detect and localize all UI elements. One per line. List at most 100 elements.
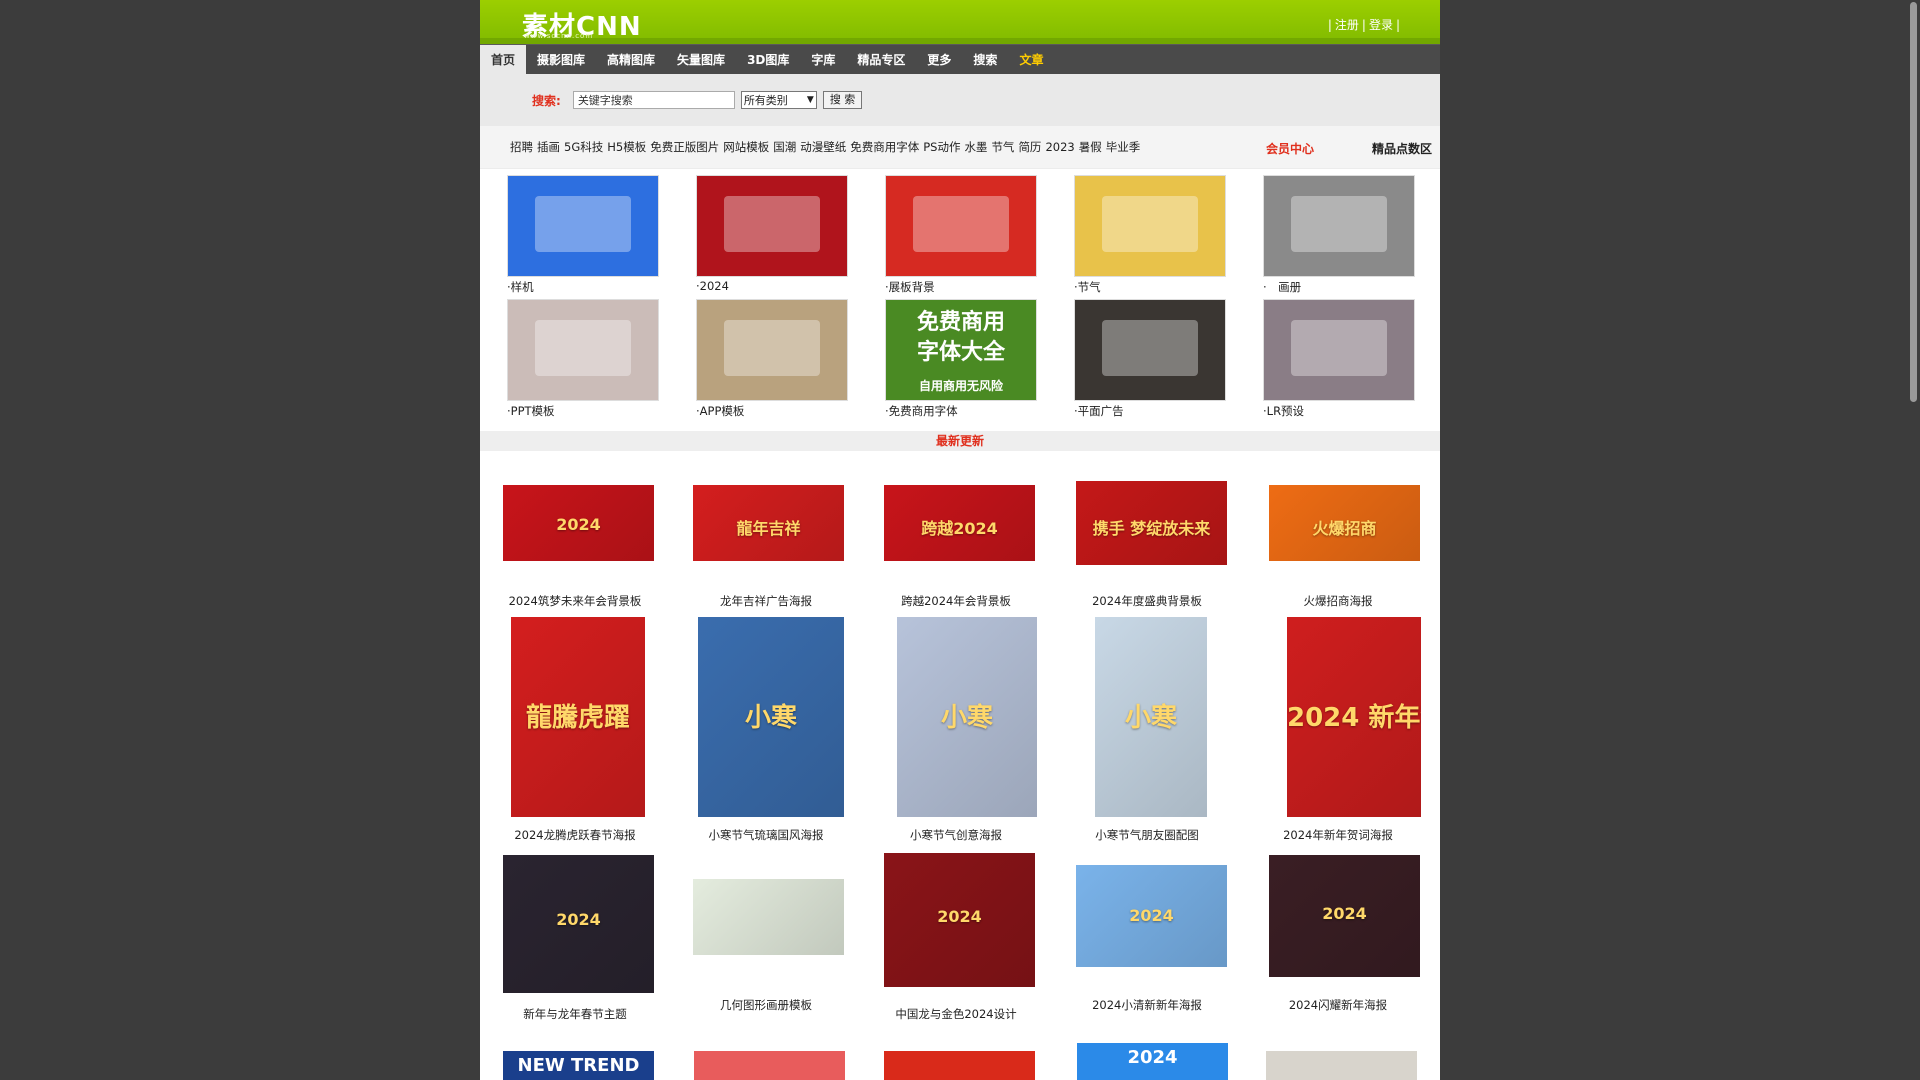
- nav-item[interactable]: 更多: [916, 45, 962, 75]
- hot-keyword-link[interactable]: 毕业季: [1106, 140, 1141, 154]
- main-nav: 首页 摄影图库 高精图库 矢量图库 3D图库 字库 精品专区 更多 搜索 文章: [480, 44, 1440, 75]
- item-caption: 中国龙与金色2024设计: [895, 1007, 1017, 1021]
- scrollbar[interactable]: [1906, 0, 1920, 1080]
- category-tile[interactable]: ·样机: [507, 175, 659, 295]
- nav-item[interactable]: 摄影图库: [526, 45, 596, 75]
- category-label: ·展板背景: [885, 280, 935, 294]
- thumbnail-artwork: [535, 320, 631, 376]
- boutique-zone-link[interactable]: 精品点数区: [1372, 140, 1432, 157]
- latest-item[interactable]: 2024 2024小清新新年海报: [1052, 451, 1242, 1051]
- item-thumb-text: 2024: [556, 910, 601, 930]
- hot-keyword-link[interactable]: 网站模板: [723, 140, 769, 154]
- category-label: ·样机: [507, 280, 534, 294]
- login-link[interactable]: 登录: [1369, 18, 1393, 32]
- thumbnail-artwork: [1102, 196, 1198, 252]
- latest-item-thumbnail-partial[interactable]: [1266, 1051, 1417, 1080]
- hot-keyword-link[interactable]: 国潮: [773, 140, 796, 154]
- hot-keyword-link[interactable]: 节气: [991, 140, 1014, 154]
- item-thumb-text: NEW TREND: [517, 1055, 640, 1076]
- nav-item[interactable]: 搜索: [962, 45, 1008, 75]
- latest-grid: 2024 2024筑梦未来年会背景板 龍年吉祥 龙年吉祥广告海报 跨越2024 跨越202…: [480, 451, 1440, 1080]
- hot-keyword-link[interactable]: 暑假: [1079, 140, 1102, 154]
- category-thumbnail: [507, 175, 659, 277]
- member-center-link[interactable]: 会员中心: [1266, 140, 1314, 157]
- item-caption: 2024闪耀新年海报: [1288, 998, 1388, 1012]
- item-caption: 2024小清新新年海报: [1092, 998, 1202, 1012]
- nav-item[interactable]: 精品专区: [846, 45, 916, 75]
- hot-keyword-link[interactable]: 免费正版图片: [650, 140, 719, 154]
- latest-item[interactable]: 2024 2024闪耀新年海报: [1243, 451, 1433, 1051]
- thumbnail-artwork: [724, 196, 820, 252]
- register-link[interactable]: 注册: [1335, 18, 1359, 32]
- nav-item[interactable]: 矢量图库: [666, 45, 736, 75]
- category-tile[interactable]: · 画册: [1263, 175, 1415, 295]
- category-thumbnail: [696, 299, 848, 401]
- category-thumbnail: [1263, 299, 1415, 401]
- nav-item[interactable]: 高精图库: [596, 45, 666, 75]
- category-tile[interactable]: ·PPT模板: [507, 299, 659, 419]
- hot-keyword-link[interactable]: 动漫壁纸: [800, 140, 846, 154]
- category-tile[interactable]: ·2024: [696, 175, 848, 293]
- item-thumbnail: [693, 879, 844, 955]
- latest-item[interactable]: 2024 中国龙与金色2024设计: [861, 451, 1051, 1051]
- latest-updates-title: 最新更新: [480, 431, 1440, 451]
- category-select[interactable]: 所有类别 ▼: [740, 91, 817, 109]
- hot-keyword-link[interactable]: 5G科技: [564, 140, 603, 154]
- latest-item[interactable]: 几何图形画册模板: [671, 451, 861, 1051]
- hot-keyword-link[interactable]: 简历: [1018, 140, 1041, 154]
- category-thumbnail: [885, 175, 1037, 277]
- search-input[interactable]: [572, 91, 735, 109]
- category-grid: ·样机 ·2024 ·展板背景 ·节气 · 画册 ·PPT模板 ·APP模板 免费商用 字体大…: [480, 169, 1440, 431]
- thumbnail-artwork: [535, 196, 631, 252]
- item-thumbnail: 2024: [1076, 865, 1227, 967]
- category-thumbnail: [1074, 299, 1226, 401]
- hot-keywords: 招聘 插画 5G科技 H5模板 免费正版图片 网站模板 国潮 动漫壁纸 免费商用字体 PS动作 水墨…: [510, 139, 1144, 155]
- hot-keyword-link[interactable]: 招聘: [510, 140, 533, 154]
- category-label: ·2024: [696, 279, 729, 293]
- category-select-value: 所有类别: [743, 94, 788, 107]
- nav-item[interactable]: 文章: [1008, 45, 1054, 75]
- chevron-down-icon: ▼: [806, 95, 814, 105]
- item-thumb-text: 2024: [1129, 905, 1174, 925]
- latest-item-thumbnail-partial[interactable]: [884, 1051, 1035, 1080]
- category-thumb-title: 免费商用 字体大全: [916, 310, 1005, 365]
- category-tile[interactable]: ·平面广告: [1074, 299, 1226, 419]
- category-tile[interactable]: ·展板背景: [885, 175, 1037, 295]
- category-label: · 画册: [1263, 280, 1302, 294]
- thumbnail-artwork: [1291, 196, 1387, 252]
- hot-keyword-link[interactable]: 免费商用字体: [850, 140, 919, 154]
- category-thumb-subtitle: 自用商用无风险: [918, 379, 1003, 393]
- nav-item[interactable]: 首页: [480, 44, 527, 75]
- hot-keyword-link[interactable]: H5模板: [607, 140, 646, 154]
- hot-keyword-link[interactable]: 插画: [537, 140, 560, 154]
- item-thumbnail: 2024: [1269, 855, 1420, 977]
- latest-item-thumbnail-partial[interactable]: [694, 1051, 845, 1080]
- latest-item-thumbnail-partial[interactable]: NEW TREND: [503, 1051, 654, 1080]
- thumbnail-artwork: [1291, 320, 1387, 376]
- latest-item[interactable]: 2024 新年与龙年春节主题: [480, 451, 670, 1051]
- category-thumbnail: [696, 175, 848, 277]
- category-tile[interactable]: ·APP模板: [696, 299, 848, 419]
- category-tile[interactable]: 免费商用 字体大全 自用商用无风险 ·免费商用字体: [885, 299, 1037, 419]
- search-button[interactable]: 搜 索: [822, 91, 863, 109]
- category-tile[interactable]: ·节气: [1074, 175, 1226, 295]
- scrollbar-thumb[interactable]: [1910, 2, 1917, 402]
- category-tile[interactable]: ·LR预设: [1263, 299, 1415, 419]
- category-thumbnail: [1263, 175, 1415, 277]
- category-label: ·平面广告: [1074, 404, 1124, 418]
- auth-links: | 注册 | 登录 |: [1327, 18, 1400, 32]
- thumbnail-artwork: [913, 196, 1009, 252]
- search-bar: 搜索: 所有类别 ▼ 搜 索: [480, 74, 1440, 126]
- hot-keyword-link[interactable]: 2023: [1045, 140, 1074, 154]
- hot-keywords-bar: 招聘 插画 5G科技 H5模板 免费正版图片 网站模板 国潮 动漫壁纸 免费商用字体 PS动作 水墨…: [480, 126, 1440, 169]
- category-thumbnail: [507, 299, 659, 401]
- nav-item[interactable]: 3D图库: [736, 45, 800, 75]
- category-label: ·APP模板: [696, 404, 745, 418]
- category-label: ·节气: [1074, 280, 1101, 294]
- nav-item[interactable]: 字库: [800, 45, 846, 75]
- item-caption: 几何图形画册模板: [720, 998, 812, 1012]
- hot-keyword-link[interactable]: 水墨: [964, 140, 987, 154]
- latest-item-thumbnail-partial[interactable]: 2024: [1077, 1043, 1228, 1080]
- item-thumb-text: 2024: [1322, 903, 1367, 923]
- hot-keyword-link[interactable]: PS动作: [923, 140, 960, 154]
